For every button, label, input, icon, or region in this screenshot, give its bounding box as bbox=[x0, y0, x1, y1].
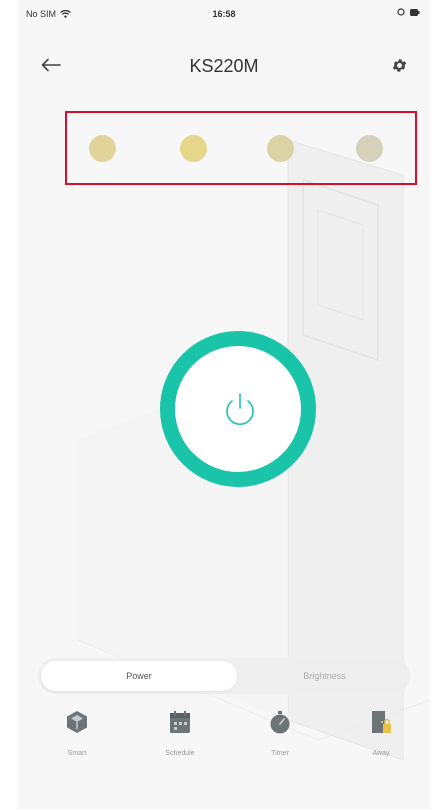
timer-button[interactable]: Timer bbox=[240, 706, 320, 757]
page-title: KS220M bbox=[189, 56, 259, 76]
nav-bar: KS220M bbox=[18, 46, 430, 86]
app-screen: No SIM 16:58 KS220M Power Brightness Sma… bbox=[18, 0, 430, 809]
away-label: Away bbox=[372, 750, 390, 757]
color-preset-2[interactable] bbox=[180, 135, 207, 162]
power-button[interactable] bbox=[160, 331, 316, 487]
settings-button[interactable] bbox=[384, 50, 414, 80]
timer-label: Timer bbox=[271, 750, 289, 757]
color-preset-3[interactable] bbox=[267, 135, 294, 162]
timer-icon bbox=[270, 711, 290, 734]
schedule-button[interactable]: Schedule bbox=[140, 706, 220, 757]
color-preset-4[interactable] bbox=[356, 135, 383, 162]
smart-label: Smart bbox=[67, 750, 87, 757]
bottom-action-bar: Smart Schedule Timer Away bbox=[18, 706, 430, 776]
status-right bbox=[397, 8, 420, 16]
battery-icon bbox=[410, 8, 420, 16]
color-preset-row bbox=[65, 111, 417, 185]
mode-segmented-control: Power Brightness bbox=[38, 658, 410, 694]
tab-brightness[interactable]: Brightness bbox=[242, 661, 407, 691]
calendar-icon bbox=[170, 711, 190, 733]
status-time: 16:58 bbox=[212, 9, 236, 19]
gear-icon bbox=[392, 58, 406, 72]
status-bar: No SIM 16:58 bbox=[18, 0, 430, 28]
away-button[interactable]: Away bbox=[341, 706, 421, 757]
tab-power[interactable]: Power bbox=[41, 661, 237, 691]
away-door-icon bbox=[372, 711, 391, 733]
smart-button[interactable]: Smart bbox=[37, 706, 117, 757]
location-icon bbox=[397, 8, 405, 16]
smart-cube-icon bbox=[67, 711, 87, 733]
schedule-label: Schedule bbox=[165, 750, 195, 757]
color-preset-1[interactable] bbox=[89, 135, 116, 162]
power-icon bbox=[226, 393, 254, 426]
